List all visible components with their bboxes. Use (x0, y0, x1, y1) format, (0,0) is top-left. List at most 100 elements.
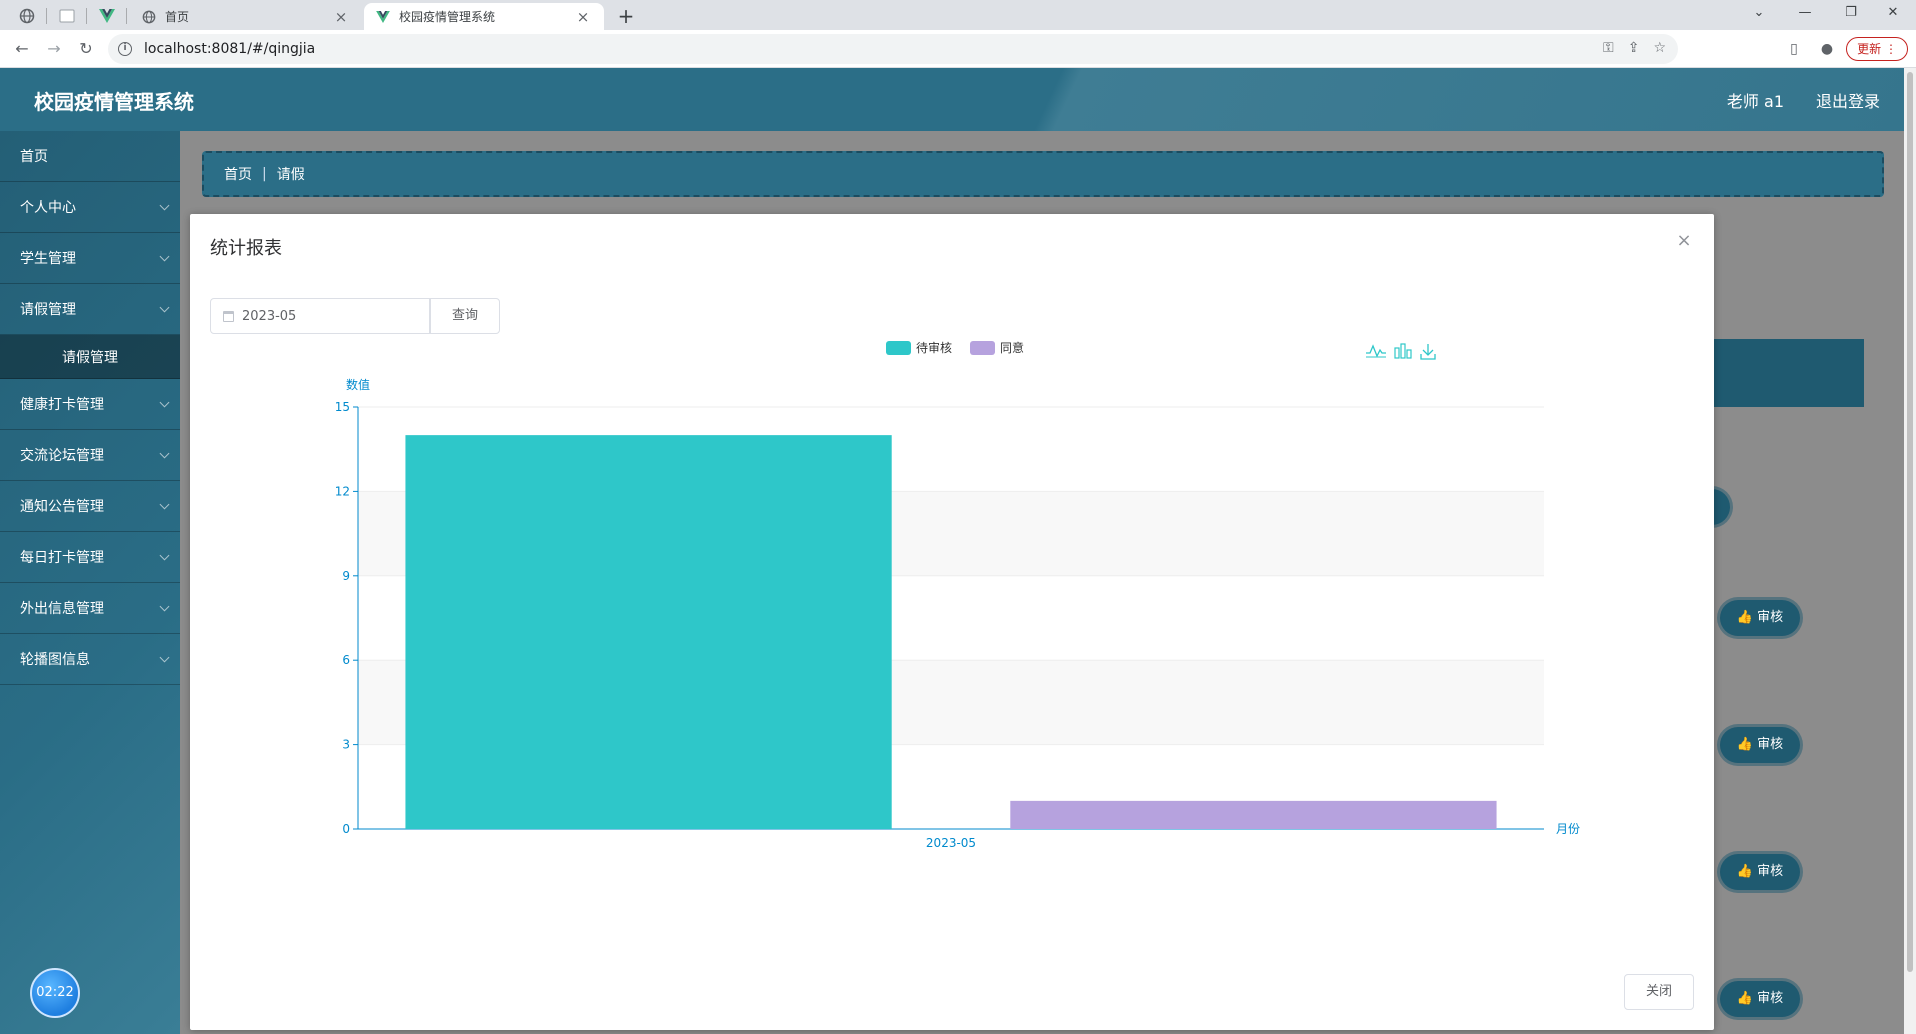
audit-label: 审核 (1757, 610, 1784, 625)
sidebar-subitem-leave-management[interactable]: 请假管理 (0, 335, 180, 379)
logout-link[interactable]: 退出登录 (1816, 88, 1880, 112)
sidebar-item-health[interactable]: 健康打卡管理 (0, 379, 180, 430)
sidebar-item-carousel[interactable]: 轮播图信息 (0, 634, 180, 685)
restore-button[interactable]: ❐ (1828, 0, 1874, 26)
back-button[interactable]: ← (10, 37, 34, 61)
close-button[interactable]: 关闭 (1624, 974, 1694, 1010)
app-title: 校园疫情管理系统 (34, 90, 194, 114)
tab-active[interactable]: 校园疫情管理系统 × (364, 3, 604, 30)
audit-label: 审核 (1757, 991, 1784, 1006)
audit-button[interactable]: 👍 审核 (1720, 981, 1800, 1017)
update-label: 更新 (1857, 42, 1882, 56)
breadcrumb: 首页 | 请假 (202, 151, 1884, 197)
sidebar-item-label: 首页 (20, 149, 48, 165)
tab-separator (86, 8, 87, 24)
vue-logo-icon (376, 10, 390, 23)
chevron-down-icon (159, 601, 170, 612)
current-user: 老师 a1 (1726, 92, 1784, 111)
chart-bar[interactable] (405, 435, 892, 829)
close-icon[interactable]: × (1674, 230, 1694, 251)
new-tab-button[interactable]: + (612, 3, 640, 29)
pinned-tab-blank[interactable] (52, 3, 82, 29)
sidebar-item-daily[interactable]: 每日打卡管理 (0, 532, 180, 583)
globe-icon (142, 10, 156, 23)
chevron-down-icon (159, 499, 170, 510)
app-header: 校园疫情管理系统 老师 a1 退出登录 (0, 68, 1904, 131)
profile-icon[interactable]: ● (1817, 39, 1837, 59)
reload-button[interactable]: ↻ (74, 37, 98, 61)
bar-chart-icon[interactable] (1406, 349, 1412, 359)
close-icon[interactable]: × (574, 8, 592, 26)
sidebar-item-forum[interactable]: 交流论坛管理 (0, 430, 180, 481)
address-bar[interactable]: i localhost:8081/#/qingjia ⚿ ⇪ ☆ (108, 34, 1678, 64)
share-icon[interactable]: ⇪ (1628, 40, 1640, 56)
sidebar-item-profile[interactable]: 个人中心 (0, 182, 180, 233)
sidebar-item-label: 交流论坛管理 (20, 448, 104, 464)
sidebar: 首页 个人中心 学生管理 请假管理 请假管理 健康打卡管理 交流论坛管理 通知公… (0, 131, 180, 1034)
bar-chart-icon[interactable] (1400, 343, 1406, 359)
clock-widget: 02:22 (30, 968, 80, 1018)
chart-x-axis-label: 月份 (1556, 822, 1580, 836)
bar-chart-icon[interactable] (1394, 347, 1400, 359)
month-picker-value[interactable]: 2023-05 (242, 309, 296, 324)
breadcrumb-home[interactable]: 首页 (224, 164, 252, 184)
tab-separator (46, 8, 47, 24)
window-close-button[interactable]: ✕ (1870, 0, 1916, 26)
sidebar-item-label: 学生管理 (20, 251, 76, 267)
page-scrollbar[interactable] (1904, 68, 1916, 1034)
sidebar-item-leave[interactable]: 请假管理 (0, 284, 180, 335)
pinned-tab-globe[interactable] (12, 3, 42, 29)
browser-tab-bar: 首页 × 校园疫情管理系统 × + ⌄ — ❐ ✕ (0, 0, 1916, 30)
tab-title: 校园疫情管理系统 (399, 10, 496, 24)
chart-legend-label: 同意 (1000, 340, 1024, 355)
chart-x-tick-label: 2023-05 (926, 836, 976, 850)
chevron-down-icon (159, 251, 170, 262)
minimize-button[interactable]: — (1782, 0, 1828, 26)
forward-button[interactable]: → (42, 37, 66, 61)
sidebar-item-notice[interactable]: 通知公告管理 (0, 481, 180, 532)
audit-button[interactable]: 👍 审核 (1720, 854, 1800, 890)
audit-label: 审核 (1757, 737, 1784, 752)
chart-legend-swatch[interactable] (970, 341, 995, 355)
url-text[interactable]: localhost:8081/#/qingjia (144, 41, 315, 57)
scrollbar-thumb[interactable] (1907, 72, 1913, 972)
update-button[interactable]: 更新 ⋮ (1846, 37, 1908, 61)
calendar-icon (223, 310, 234, 322)
sidebar-item-label: 外出信息管理 (20, 601, 104, 617)
vue-logo-icon (99, 9, 115, 23)
bar-chart: 0 3 6 9 12 15 数值月份 2023-05 待审核 同意 (335, 340, 1580, 850)
close-icon[interactable]: × (332, 8, 350, 26)
tab-home[interactable]: 首页 × (130, 3, 362, 30)
audit-label: 审核 (1757, 864, 1784, 879)
chart-y-tick-label: 12 (335, 484, 350, 498)
chart-legend-swatch[interactable] (886, 341, 911, 355)
audit-button[interactable]: 👍 审核 (1720, 727, 1800, 763)
chevron-down-icon (159, 302, 170, 313)
tab-separator (126, 8, 127, 24)
chevron-down-icon (159, 550, 170, 561)
globe-icon (19, 8, 35, 24)
browser-toolbar: ← → ↻ i localhost:8081/#/qingjia ⚿ ⇪ ☆ ▯… (0, 30, 1916, 68)
sidebar-item-label: 健康打卡管理 (20, 397, 104, 413)
sidebar-item-label: 轮播图信息 (20, 652, 90, 668)
info-icon[interactable]: i (118, 42, 132, 56)
star-icon[interactable]: ☆ (1653, 40, 1666, 56)
line-chart-icon[interactable] (1366, 344, 1386, 358)
key-icon[interactable]: ⚿ (1603, 40, 1614, 56)
chart-bar[interactable] (1010, 800, 1497, 829)
sidebar-item-label: 每日打卡管理 (20, 550, 104, 566)
sidebar-item-students[interactable]: 学生管理 (0, 233, 180, 284)
chevron-down-icon (159, 200, 170, 211)
audit-button[interactable]: 👍 审核 (1720, 600, 1800, 636)
side-panel-icon[interactable]: ▯ (1784, 39, 1804, 59)
chart-legend-label: 待审核 (916, 340, 952, 355)
sidebar-item-home[interactable]: 首页 (0, 131, 180, 182)
tab-search-icon[interactable]: ⌄ (1736, 0, 1782, 26)
pinned-tab-vue[interactable] (92, 3, 122, 29)
breadcrumb-separator: | (262, 166, 267, 182)
sidebar-item-outing[interactable]: 外出信息管理 (0, 583, 180, 634)
dialog-title: 统计报表 (210, 238, 282, 259)
chevron-down-icon (159, 448, 170, 459)
chart-y-tick-label: 6 (342, 653, 350, 667)
chevron-down-icon (159, 397, 170, 408)
